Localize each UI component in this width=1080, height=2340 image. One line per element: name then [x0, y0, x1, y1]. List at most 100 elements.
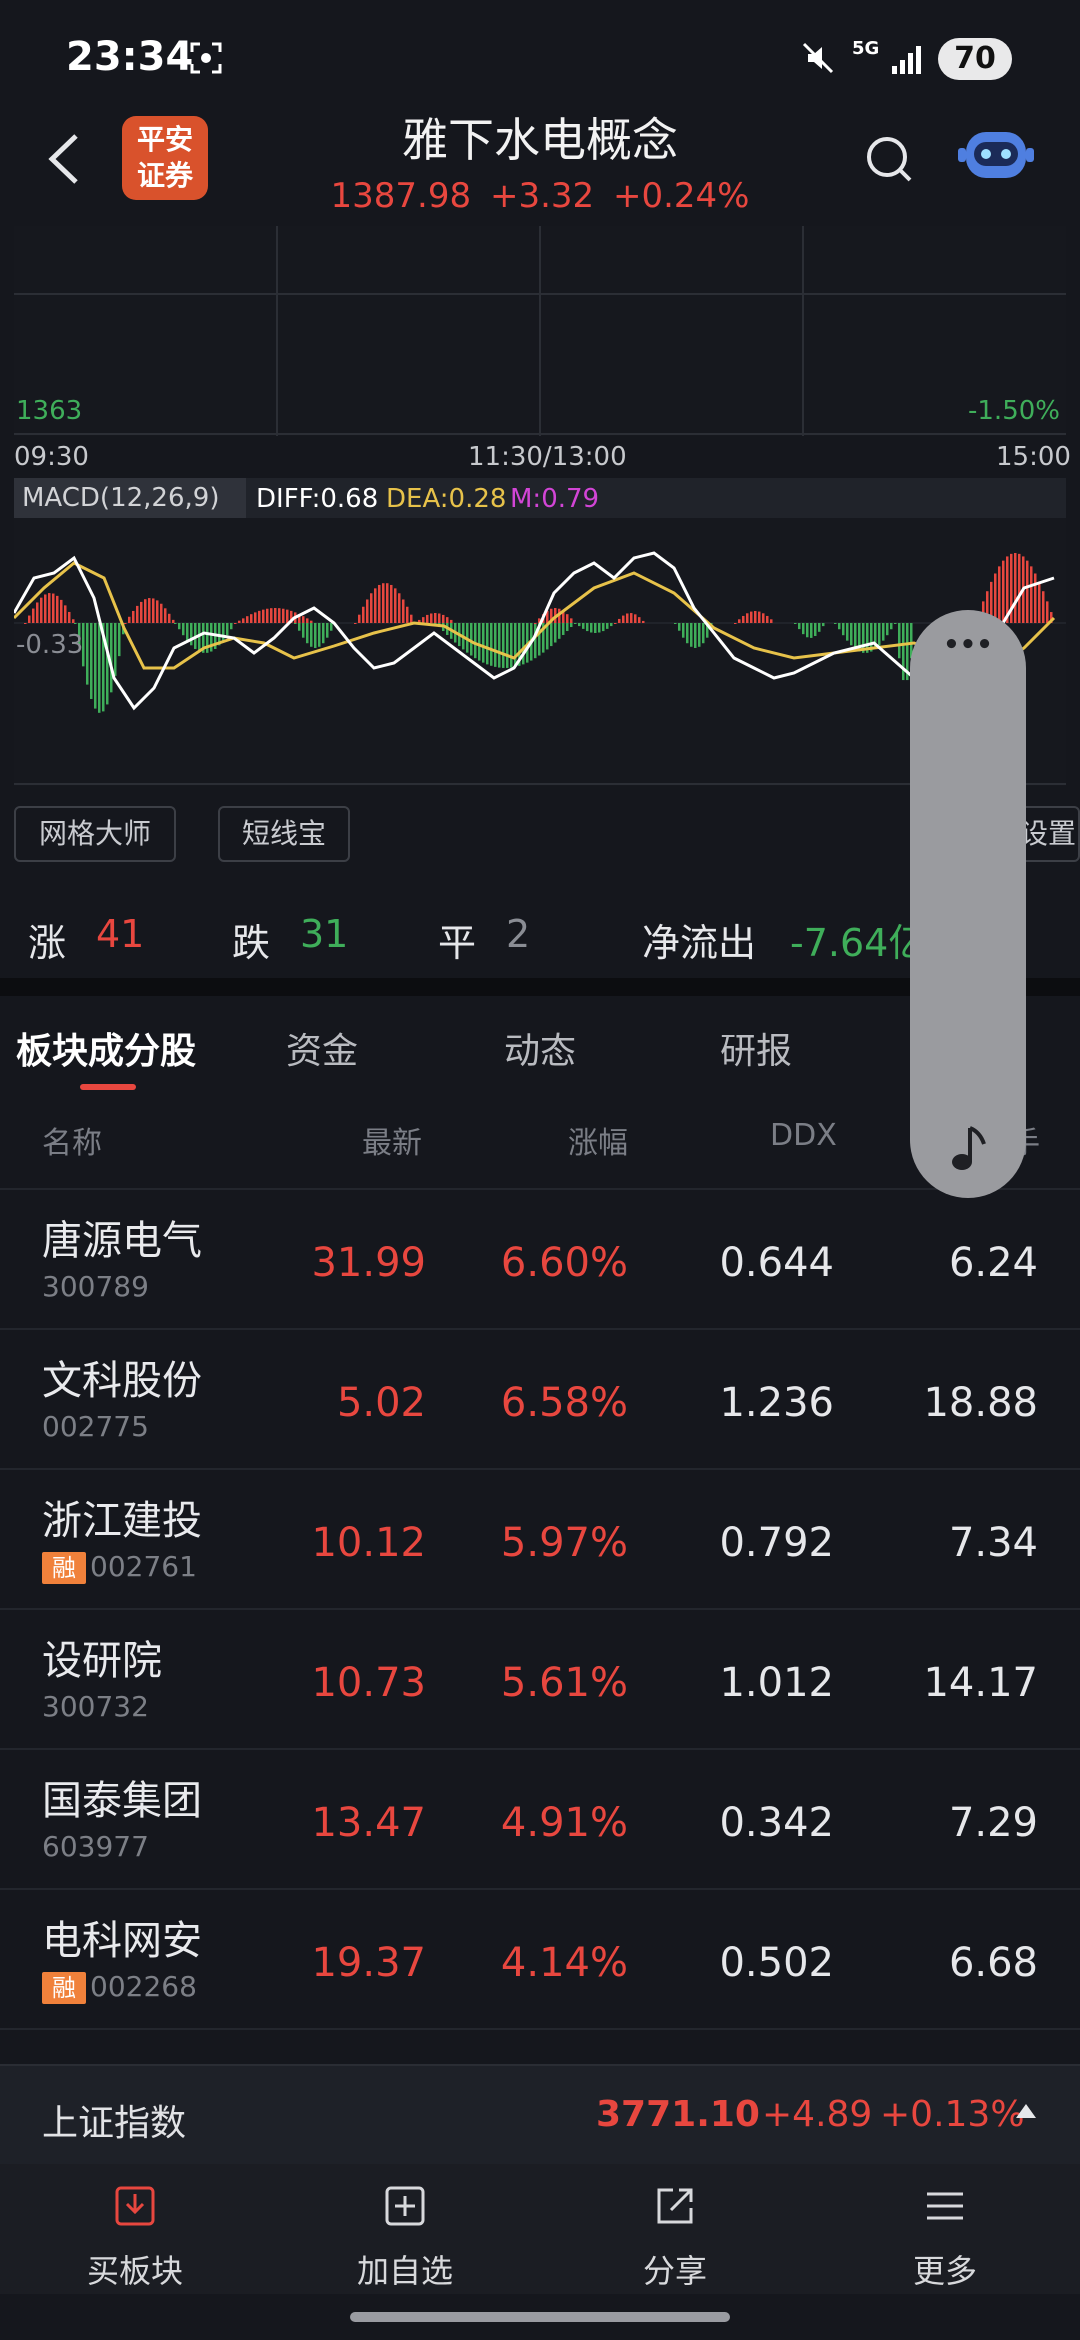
macd-bar	[442, 614, 445, 623]
tab-news[interactable]: 动态	[504, 1022, 576, 1074]
expand-up-icon[interactable]	[1014, 2102, 1038, 2124]
macd-bar	[494, 623, 497, 667]
home-indicator[interactable]	[350, 2312, 730, 2322]
short-treasure-button[interactable]: 短线宝	[218, 806, 350, 862]
table-row[interactable]: 浙江建投 融 002761 10.12 5.97% 0.792 7.34	[0, 1468, 1080, 1608]
macd-bar	[234, 623, 237, 624]
macd-bar	[178, 623, 181, 630]
list-menu-icon	[927, 2192, 963, 2220]
margin-badge: 融	[42, 1552, 86, 1584]
col-latest[interactable]: 最新	[362, 1118, 422, 1162]
table-row[interactable]: 唐源电气 300789 31.99 6.60% 0.644 6.24	[0, 1188, 1080, 1328]
index-ticker[interactable]: 上证指数 3771.10 +4.89 +0.13%	[0, 2064, 1080, 2164]
macd-bar	[430, 613, 433, 623]
tab-research[interactable]: 研报	[720, 1022, 792, 1074]
battery-indicator: 70	[938, 38, 1012, 80]
macd-bar	[834, 623, 837, 624]
price-chart[interactable]	[14, 226, 1066, 436]
ticker-name: 上证指数	[42, 2103, 187, 2144]
stock-ddx: 0.644	[719, 1240, 834, 1286]
add-watchlist-button[interactable]: 加自选	[270, 2164, 540, 2294]
grid-master-button[interactable]: 网格大师	[14, 806, 176, 862]
macd-bar	[28, 615, 31, 623]
macd-bar	[674, 623, 677, 624]
macd-bar	[814, 623, 817, 636]
macd-bar	[630, 613, 633, 623]
macd-bar	[60, 599, 63, 623]
netflow-label: 净流出	[642, 921, 757, 965]
macd-bar	[678, 623, 681, 631]
macd-bar	[738, 619, 741, 623]
macd-bar	[886, 623, 889, 636]
download-tray-icon	[115, 2186, 155, 2226]
table-row[interactable]: 文科股份 002775 5.02 6.58% 1.236 18.88	[0, 1328, 1080, 1468]
share-button[interactable]: 分享	[540, 2164, 810, 2294]
macd-bar	[846, 623, 849, 641]
macd-bar	[56, 595, 59, 623]
macd-bar	[854, 623, 857, 649]
macd-bar	[574, 623, 577, 624]
col-change[interactable]: 涨幅	[568, 1118, 628, 1162]
col-ddx[interactable]: DDX	[770, 1118, 837, 1153]
macd-bar	[754, 611, 757, 623]
macd-bar	[314, 623, 317, 648]
plus-square-icon	[385, 2186, 425, 2226]
macd-bar	[410, 614, 413, 623]
tab-funds[interactable]: 资金	[286, 1022, 358, 1074]
macd-bar	[514, 623, 517, 667]
macd-bar	[794, 623, 797, 624]
macd-bar	[242, 618, 245, 623]
macd-bar	[694, 623, 697, 648]
down-count: 31	[300, 912, 349, 956]
search-button[interactable]	[862, 132, 918, 188]
stock-code-wrap: 融 002268	[42, 1970, 197, 2004]
macd-bar	[758, 611, 761, 623]
index-change-pct: +0.24%	[612, 176, 750, 216]
macd-bar	[502, 623, 505, 668]
macd-bar	[68, 611, 71, 623]
tab-constituents[interactable]: 板块成分股	[16, 1022, 196, 1074]
macd-bar	[136, 605, 139, 623]
stock-name: 浙江建投	[42, 1498, 202, 1544]
macd-bar	[382, 583, 385, 623]
stock-change: 6.58%	[500, 1380, 628, 1426]
stock-extra: 6.24	[948, 1240, 1038, 1286]
stock-change: 4.14%	[500, 1940, 628, 1986]
floating-menu-icon[interactable]: •••	[910, 630, 1026, 660]
stock-change: 6.60%	[500, 1240, 628, 1286]
table-row-partial[interactable]	[0, 2028, 1080, 2064]
more-button[interactable]: 更多	[810, 2164, 1080, 2294]
macd-bar	[118, 623, 121, 657]
down-label: 跌	[232, 921, 271, 965]
stock-change: 4.91%	[500, 1800, 628, 1846]
macd-bar	[626, 613, 629, 623]
macd-bar	[1034, 573, 1037, 623]
buy-sector-button[interactable]: 买板块	[0, 2164, 270, 2294]
macd-bar	[106, 623, 109, 705]
macd-bar	[890, 623, 893, 630]
clock: 23:34	[66, 34, 194, 80]
robot-assistant-button[interactable]	[958, 120, 1034, 190]
table-row[interactable]: 国泰集团 603977 13.47 4.91% 0.342 7.29	[0, 1748, 1080, 1888]
music-note-icon[interactable]	[950, 1122, 990, 1176]
stock-ddx: 0.342	[719, 1800, 834, 1846]
col-name[interactable]: 名称	[42, 1118, 102, 1162]
table-row[interactable]: 电科网安 融 002268 19.37 4.14% 0.502 6.68	[0, 1888, 1080, 2028]
stock-code-wrap: 603977	[42, 1830, 149, 1863]
macd-bar	[354, 623, 357, 624]
macd-bar	[64, 605, 67, 623]
index-quote: 1387.98 +3.32 +0.24%	[0, 176, 1080, 216]
macd-selector[interactable]: MACD(12,26,9) ▼	[14, 478, 246, 551]
macd-bar	[52, 593, 55, 623]
macd-bar	[230, 623, 233, 630]
macd-chart[interactable]	[12, 518, 1066, 786]
macd-bar	[398, 593, 401, 623]
floating-widget[interactable]: •••	[910, 610, 1026, 1198]
ticker-change: +4.89	[762, 2094, 873, 2135]
macd-bar	[478, 623, 481, 661]
macd-bar	[374, 588, 377, 623]
table-row[interactable]: 设研院 300732 10.73 5.61% 1.012 14.17	[0, 1608, 1080, 1748]
macd-bar	[578, 623, 581, 627]
macd-bar	[798, 623, 801, 630]
macd-bar	[318, 623, 321, 647]
